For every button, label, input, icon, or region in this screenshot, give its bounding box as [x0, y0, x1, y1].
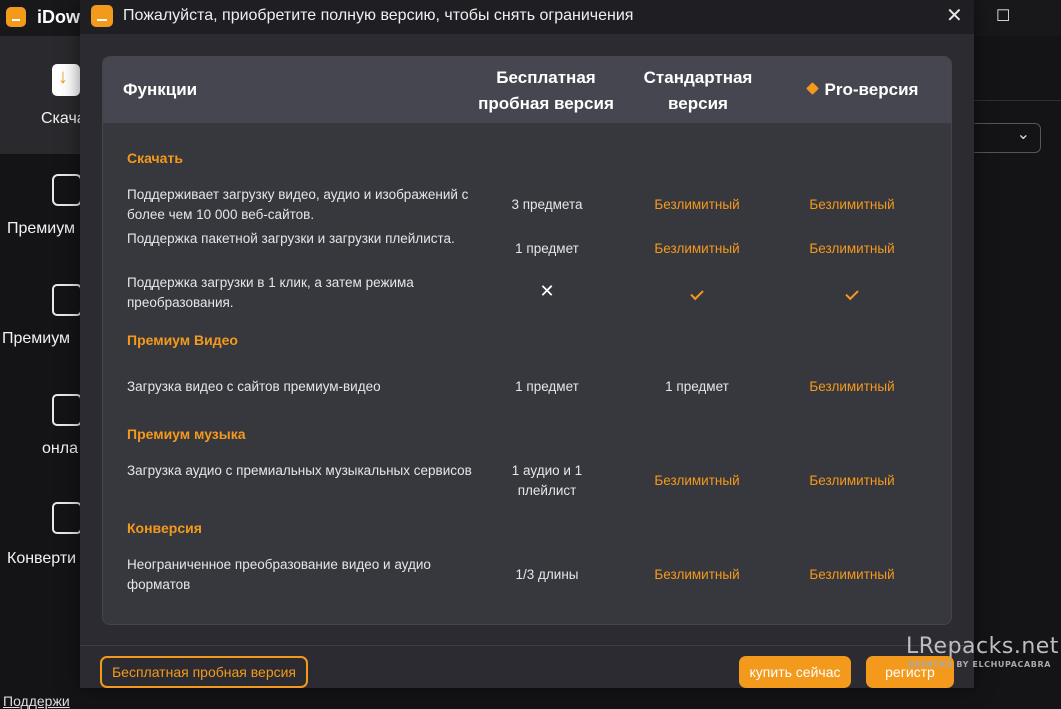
upgrade-dialog: Пожалуйста, приобретите полную версию, ч… — [80, 0, 974, 688]
column-header-features: Функции — [123, 80, 198, 99]
dialog-title: Пожалуйста, приобретите полную версию, ч… — [123, 7, 634, 24]
globe-icon — [52, 394, 82, 426]
sidebar-item-label: Премиум — [2, 330, 71, 347]
sidebar-item-download[interactable]: Скача — [0, 36, 86, 154]
section-title: Скачать — [127, 150, 183, 166]
maximize-icon[interactable]: ☐ — [996, 6, 1010, 26]
cell-free: 3 предмета — [511, 197, 583, 212]
sidebar-item-label: Конверти — [7, 550, 77, 567]
cell-free: 1/3 длины — [515, 567, 579, 582]
sidebar: Скача Премиум Премиум онла Конверти Подд… — [0, 36, 86, 709]
sidebar-item-online[interactable]: онла — [0, 390, 82, 508]
cross-icon: ✕ — [539, 281, 555, 301]
close-icon[interactable]: ✕ — [946, 3, 963, 28]
cell-standard: Безлимитный — [654, 197, 740, 212]
sidebar-item-label: Премиум — [7, 220, 76, 237]
sidebar-item-convert[interactable]: Конверти — [0, 496, 82, 614]
column-header-pro: Pro-версия — [783, 77, 943, 103]
table-header: Функции Бесплатная пробная версия Станда… — [103, 57, 951, 123]
app-logo-icon — [91, 5, 113, 27]
column-header-free: Бесплатная пробная версия — [478, 68, 614, 113]
buy-now-button[interactable]: купить сейчас — [739, 656, 851, 688]
app-logo-icon — [6, 7, 26, 27]
comparison-table: Функции Бесплатная пробная версия Станда… — [102, 56, 952, 625]
diamond-icon — [805, 82, 819, 95]
cell-standard: Безлимитный — [654, 241, 740, 256]
cell-free: 1 предмет — [515, 241, 579, 256]
section-title: Премиум Видео — [127, 332, 238, 348]
cell-free: 1 аудио и 1 плейлист — [511, 463, 583, 498]
cell-pro: Безлимитный — [809, 567, 895, 582]
music-icon — [52, 284, 82, 316]
watermark-subtext: REPACKS BY ELCHUPACABRA — [908, 660, 1052, 669]
sidebar-item-premium-video[interactable]: Премиум — [0, 154, 82, 272]
dialog-titlebar: Пожалуйста, приобретите полную версию, ч… — [80, 0, 974, 34]
feature-label: Поддерживает загрузку видео, аудио и изо… — [127, 187, 469, 222]
convert-icon — [52, 502, 82, 534]
cell-standard: Безлимитный — [654, 473, 740, 488]
cell-pro: Безлимитный — [809, 379, 895, 394]
download-icon — [52, 64, 80, 96]
cell-standard: Безлимитный — [654, 567, 740, 582]
feature-label: Поддержка загрузки в 1 клик, а затем реж… — [127, 275, 414, 310]
sidebar-item-label: Скача — [41, 110, 86, 127]
divider — [80, 645, 974, 646]
sidebar-item-premium-music[interactable]: Премиум — [0, 272, 82, 390]
feature-label: Загрузка видео с сайтов премиум-видео — [127, 379, 381, 394]
free-trial-button[interactable]: Бесплатная пробная версия — [100, 656, 308, 688]
support-link[interactable]: Поддержи — [3, 693, 70, 709]
column-header-standard: Стандартная версия — [643, 68, 753, 113]
check-icon — [777, 283, 927, 303]
cell-pro: Безлимитный — [809, 241, 895, 256]
cell-pro: Безлимитный — [809, 197, 895, 212]
section-title: Премиум музыка — [127, 426, 246, 442]
play-icon — [52, 174, 82, 206]
watermark-text: LRepacks.net — [906, 634, 1059, 659]
section-title: Конверсия — [127, 520, 202, 536]
cell-free: 1 предмет — [515, 379, 579, 394]
background-select[interactable] — [974, 123, 1041, 153]
check-icon — [622, 283, 772, 303]
cell-pro: Безлимитный — [809, 473, 895, 488]
cell-standard: 1 предмет — [665, 379, 729, 394]
divider — [974, 100, 1061, 101]
feature-label: Загрузка аудио с премиальных музыкальных… — [127, 463, 472, 478]
feature-label: Поддержка пакетной загрузки и загрузки п… — [127, 231, 455, 246]
app-name: iDow — [37, 7, 80, 27]
feature-label: Неограниченное преобразование видео и ау… — [127, 557, 431, 592]
sidebar-item-label: онла — [42, 440, 78, 457]
